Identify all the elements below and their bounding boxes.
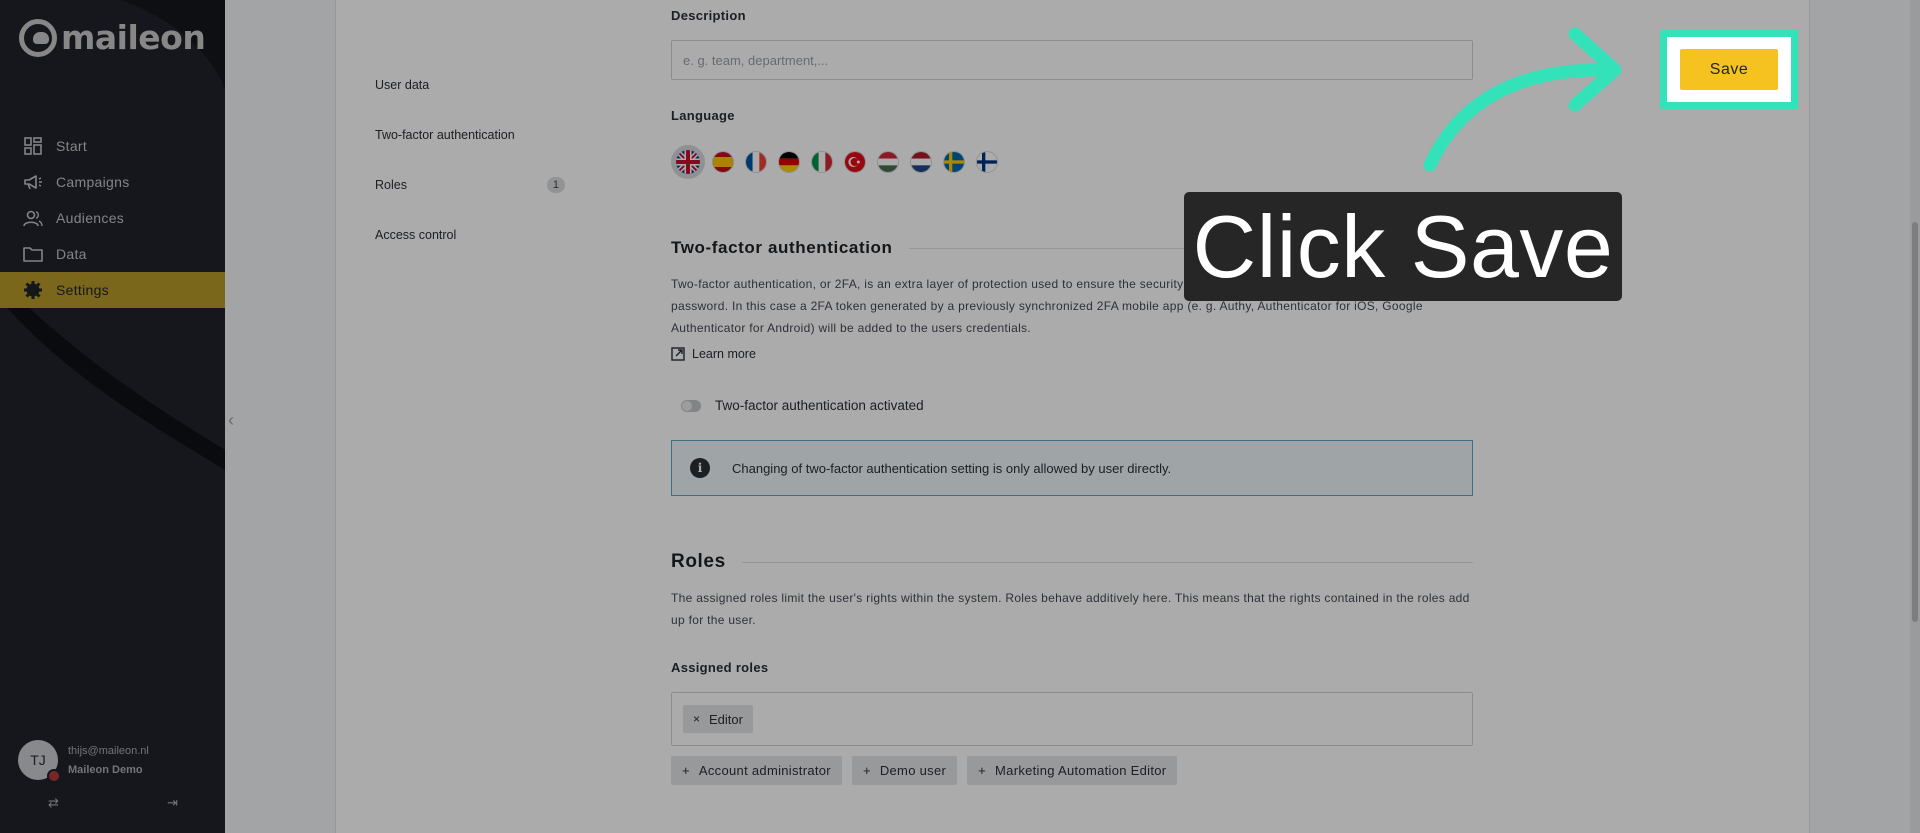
external-link-icon [671,347,685,361]
twofa-toggle-label: Two-factor authentication activated [715,398,924,413]
nav-item-settings[interactable]: Settings [0,272,225,308]
available-roles: + Account administrator + Demo user + Ma… [671,756,1178,785]
nav-item-audiences[interactable]: Audiences [0,200,225,236]
language-label: Language [671,108,735,123]
learn-more-link[interactable]: Learn more [671,347,756,361]
maileon-logo[interactable]: maileon [19,18,206,57]
language-flag-icon [47,769,61,783]
plus-icon: + [682,763,690,778]
nav-label-campaigns: Campaigns [56,174,130,190]
subnav-label: User data [375,78,430,92]
nav-label-settings: Settings [56,282,109,298]
plus-icon: + [978,763,987,778]
add-role-label: Account administrator [698,763,831,778]
dashboard-icon [23,136,43,156]
folder-icon [23,244,43,264]
pointer-arrow-icon [1423,27,1622,172]
twofa-info-box: i Changing of two-factor authentication … [671,440,1473,496]
twofa-toggle[interactable] [681,399,701,412]
subnav-label: Access control [375,228,457,242]
flag-fr-icon[interactable] [745,151,767,173]
main-area: User data Two-factor authentication Role… [225,0,1920,833]
subnav-item-access-control[interactable]: Access control [375,210,565,260]
info-icon: i [690,458,710,478]
switch-account-icon[interactable]: ⇄ [48,795,59,811]
flag-tr-icon[interactable] [844,151,866,173]
avatar-initials: TJ [30,752,46,768]
subnav-item-roles[interactable]: Roles 1 [375,160,565,210]
roles-title-text: Roles [671,551,726,572]
subnav-item-user-data[interactable]: User data [375,60,565,110]
add-role-marketing-automation-editor[interactable]: + Marketing Automation Editor [967,756,1178,785]
save-highlight: Save [1660,30,1798,109]
subnav-label: Roles [375,178,407,192]
nav-label-audiences: Audiences [56,210,125,226]
flag-sv-icon[interactable] [943,151,965,173]
plus-icon: + [862,763,871,778]
flag-nl-icon[interactable] [910,151,932,173]
twofa-info-text: Changing of two-factor authentication se… [732,460,1172,476]
megaphone-icon [23,172,43,192]
flag-it-icon[interactable] [811,151,833,173]
gear-icon [23,280,43,300]
add-role-label: Demo user [879,763,947,778]
flag-fi-icon[interactable] [976,151,998,173]
flag-en-icon[interactable] [671,145,705,179]
tutorial-callout: Click Save [1184,192,1622,301]
avatar: TJ [18,740,61,783]
learn-more-text: Learn more [692,347,756,361]
scrollbar-thumb[interactable] [1912,222,1918,622]
user-profile[interactable]: TJ thijs@maileon.nl Maileon Demo [18,740,149,783]
subnav-label: Two-factor authentication [375,128,515,142]
nav-label-start: Start [56,138,88,154]
role-chip-editor[interactable]: × Editor [683,705,753,733]
description-label: Description [671,8,746,23]
sidebar-background-swoosh [0,0,225,470]
user-account: Maileon Demo [68,763,143,776]
assigned-roles-label: Assigned roles [671,660,769,675]
add-role-demo-user[interactable]: + Demo user [851,756,958,785]
sidebar: maileon Start Campaigns Audiences Data S… [0,0,225,833]
assigned-roles-field[interactable]: × Editor [671,692,1473,746]
description-input[interactable]: e. g. team, department,... [671,40,1473,80]
save-button[interactable]: Save [1680,49,1778,90]
flag-es-icon[interactable] [712,151,734,173]
subnav-item-two-factor[interactable]: Two-factor authentication [375,110,565,160]
language-selector [671,145,998,179]
twofa-toggle-row: Two-factor authentication activated [671,398,924,413]
nav-item-data[interactable]: Data [0,236,225,272]
flag-de-icon[interactable] [778,151,800,173]
main-nav: Start Campaigns Audiences Data Settings [0,128,225,308]
roles-description: The assigned roles limit the user's righ… [671,591,1470,627]
user-email: thijs@maileon.nl [68,744,149,757]
roles-section-title: Roles [671,551,1473,573]
nav-item-start[interactable]: Start [0,128,225,164]
remove-role-icon[interactable]: × [693,712,700,726]
nav-label-data: Data [56,246,87,262]
twofa-title-text: Two-factor authentication [671,238,893,257]
flag-hu-icon[interactable] [877,151,899,173]
add-role-account-administrator[interactable]: + Account administrator [671,756,842,785]
roles-count-badge: 1 [546,177,565,193]
logo-text: maileon [61,18,206,57]
role-chip-label: Editor [709,711,743,727]
logout-icon[interactable]: ⇥ [167,795,178,811]
logo-icon [19,18,57,57]
scrollbar[interactable] [1910,0,1920,833]
add-role-label: Marketing Automation Editor [995,763,1167,778]
users-icon [23,208,43,228]
nav-item-campaigns[interactable]: Campaigns [0,164,225,200]
section-nav: User data Two-factor authentication Role… [375,60,565,260]
